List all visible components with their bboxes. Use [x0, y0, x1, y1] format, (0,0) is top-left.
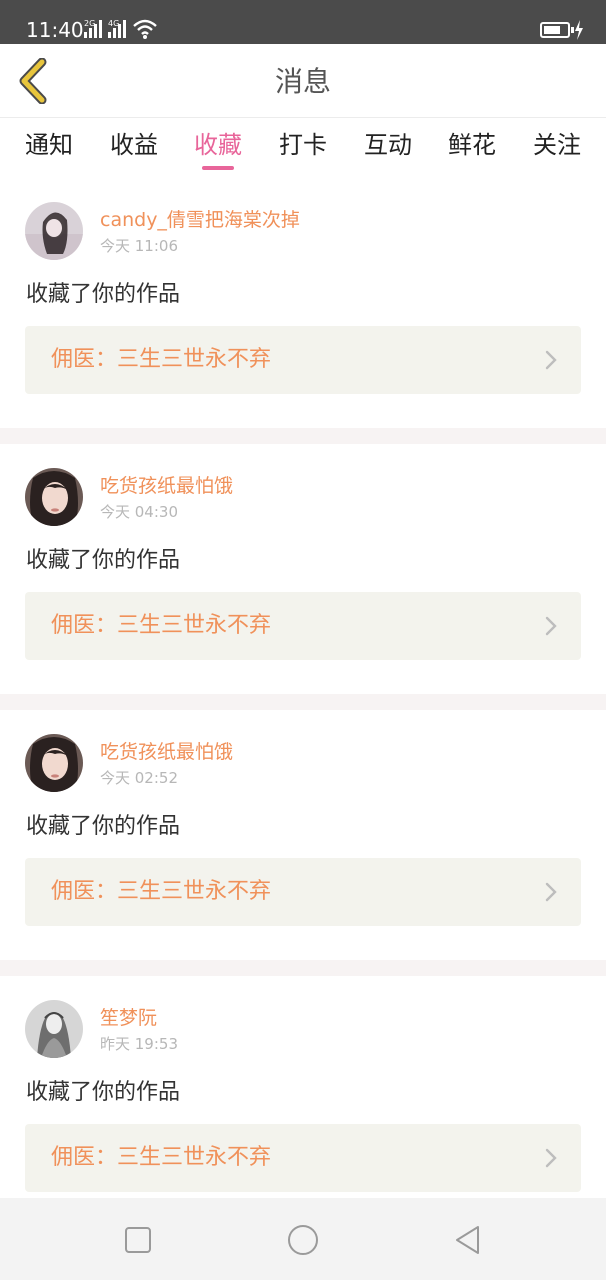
wifi-icon: [133, 19, 157, 39]
timestamp: 今天 04:30: [100, 503, 178, 521]
tab-flowers[interactable]: 鲜花: [432, 118, 512, 174]
title-bar: 消息: [0, 44, 606, 118]
status-bar: 11:40 2G 4G: [0, 0, 606, 44]
divider: [0, 428, 606, 444]
system-nav-bar: [0, 1198, 606, 1280]
tab-label: 收益: [110, 131, 158, 159]
user-avatar-photo: [25, 468, 83, 526]
tab-label: 关注: [533, 131, 581, 159]
avatar[interactable]: [25, 202, 83, 260]
divider: [0, 960, 606, 976]
active-tab-indicator: [202, 166, 234, 170]
tab-label: 互动: [364, 131, 412, 159]
chevron-right-icon: [545, 1148, 557, 1168]
avatar[interactable]: [25, 468, 83, 526]
work-title: 佣医：三生三世永不弃: [51, 1145, 272, 1170]
timestamp: 今天 02:52: [100, 769, 178, 787]
list-item: candy_倩雪把海棠次掉 今天 11:06 收藏了你的作品 佣医：三生三世永不…: [0, 178, 606, 428]
list-item: 笙梦阮 昨天 19:53 收藏了你的作品 佣医：三生三世永不弃: [0, 976, 606, 1226]
work-link[interactable]: 佣医：三生三世永不弃: [25, 592, 581, 660]
user-avatar-photo: [25, 202, 83, 260]
tab-label: 打卡: [279, 131, 327, 159]
list-item: 吃货孩纸最怕饿 今天 02:52 收藏了你的作品 佣医：三生三世永不弃: [0, 710, 606, 960]
username-link[interactable]: 笙梦阮: [100, 1006, 157, 1030]
work-link[interactable]: 佣医：三生三世永不弃: [25, 326, 581, 394]
activity-text: 收藏了你的作品: [26, 282, 181, 307]
chevron-right-icon: [545, 616, 557, 636]
work-link[interactable]: 佣医：三生三世永不弃: [25, 1124, 581, 1192]
square-recents-icon[interactable]: [120, 1222, 156, 1258]
circle-home-icon[interactable]: [285, 1222, 321, 1258]
avatar[interactable]: [25, 1000, 83, 1058]
list-item: 吃货孩纸最怕饿 今天 04:30 收藏了你的作品 佣医：三生三世永不弃: [0, 444, 606, 694]
tab-favorites[interactable]: 收藏: [178, 118, 258, 174]
tab-label: 收藏: [194, 131, 242, 159]
avatar[interactable]: [25, 734, 83, 792]
chevron-left-icon: [19, 58, 47, 104]
username-link[interactable]: candy_倩雪把海棠次掉: [100, 208, 300, 232]
divider: [0, 694, 606, 710]
tab-earnings[interactable]: 收益: [94, 118, 174, 174]
tab-follow[interactable]: 关注: [517, 118, 597, 174]
battery-icon: [540, 22, 574, 38]
favorites-feed: candy_倩雪把海棠次掉 今天 11:06 收藏了你的作品 佣医：三生三世永不…: [0, 178, 606, 1242]
chevron-right-icon: [545, 882, 557, 902]
username-link[interactable]: 吃货孩纸最怕饿: [100, 740, 233, 764]
triangle-back-icon[interactable]: [450, 1222, 486, 1258]
chevron-right-icon: [545, 350, 557, 370]
work-link[interactable]: 佣医：三生三世永不弃: [25, 858, 581, 926]
tab-checkin[interactable]: 打卡: [263, 118, 343, 174]
tab-label: 鲜花: [448, 131, 496, 159]
user-avatar-photo: [25, 734, 83, 792]
user-avatar-drawing: [25, 1000, 83, 1058]
charging-icon: [575, 20, 583, 40]
message-tabs: 通知 收益 收藏 打卡 互动 鲜花 关注: [0, 118, 606, 174]
tab-interaction[interactable]: 互动: [348, 118, 428, 174]
back-button[interactable]: [14, 58, 54, 104]
username-link[interactable]: 吃货孩纸最怕饿: [100, 474, 233, 498]
status-time: 11:40: [26, 18, 84, 42]
timestamp: 昨天 19:53: [100, 1035, 178, 1053]
activity-text: 收藏了你的作品: [26, 814, 181, 839]
work-title: 佣医：三生三世永不弃: [51, 879, 272, 904]
work-title: 佣医：三生三世永不弃: [51, 347, 272, 372]
page-title: 消息: [274, 65, 331, 98]
work-title: 佣医：三生三世永不弃: [51, 613, 272, 638]
activity-text: 收藏了你的作品: [26, 1080, 181, 1105]
tab-label: 通知: [25, 131, 73, 159]
timestamp: 今天 11:06: [100, 237, 178, 255]
activity-text: 收藏了你的作品: [26, 548, 181, 573]
tab-notifications[interactable]: 通知: [9, 118, 89, 174]
